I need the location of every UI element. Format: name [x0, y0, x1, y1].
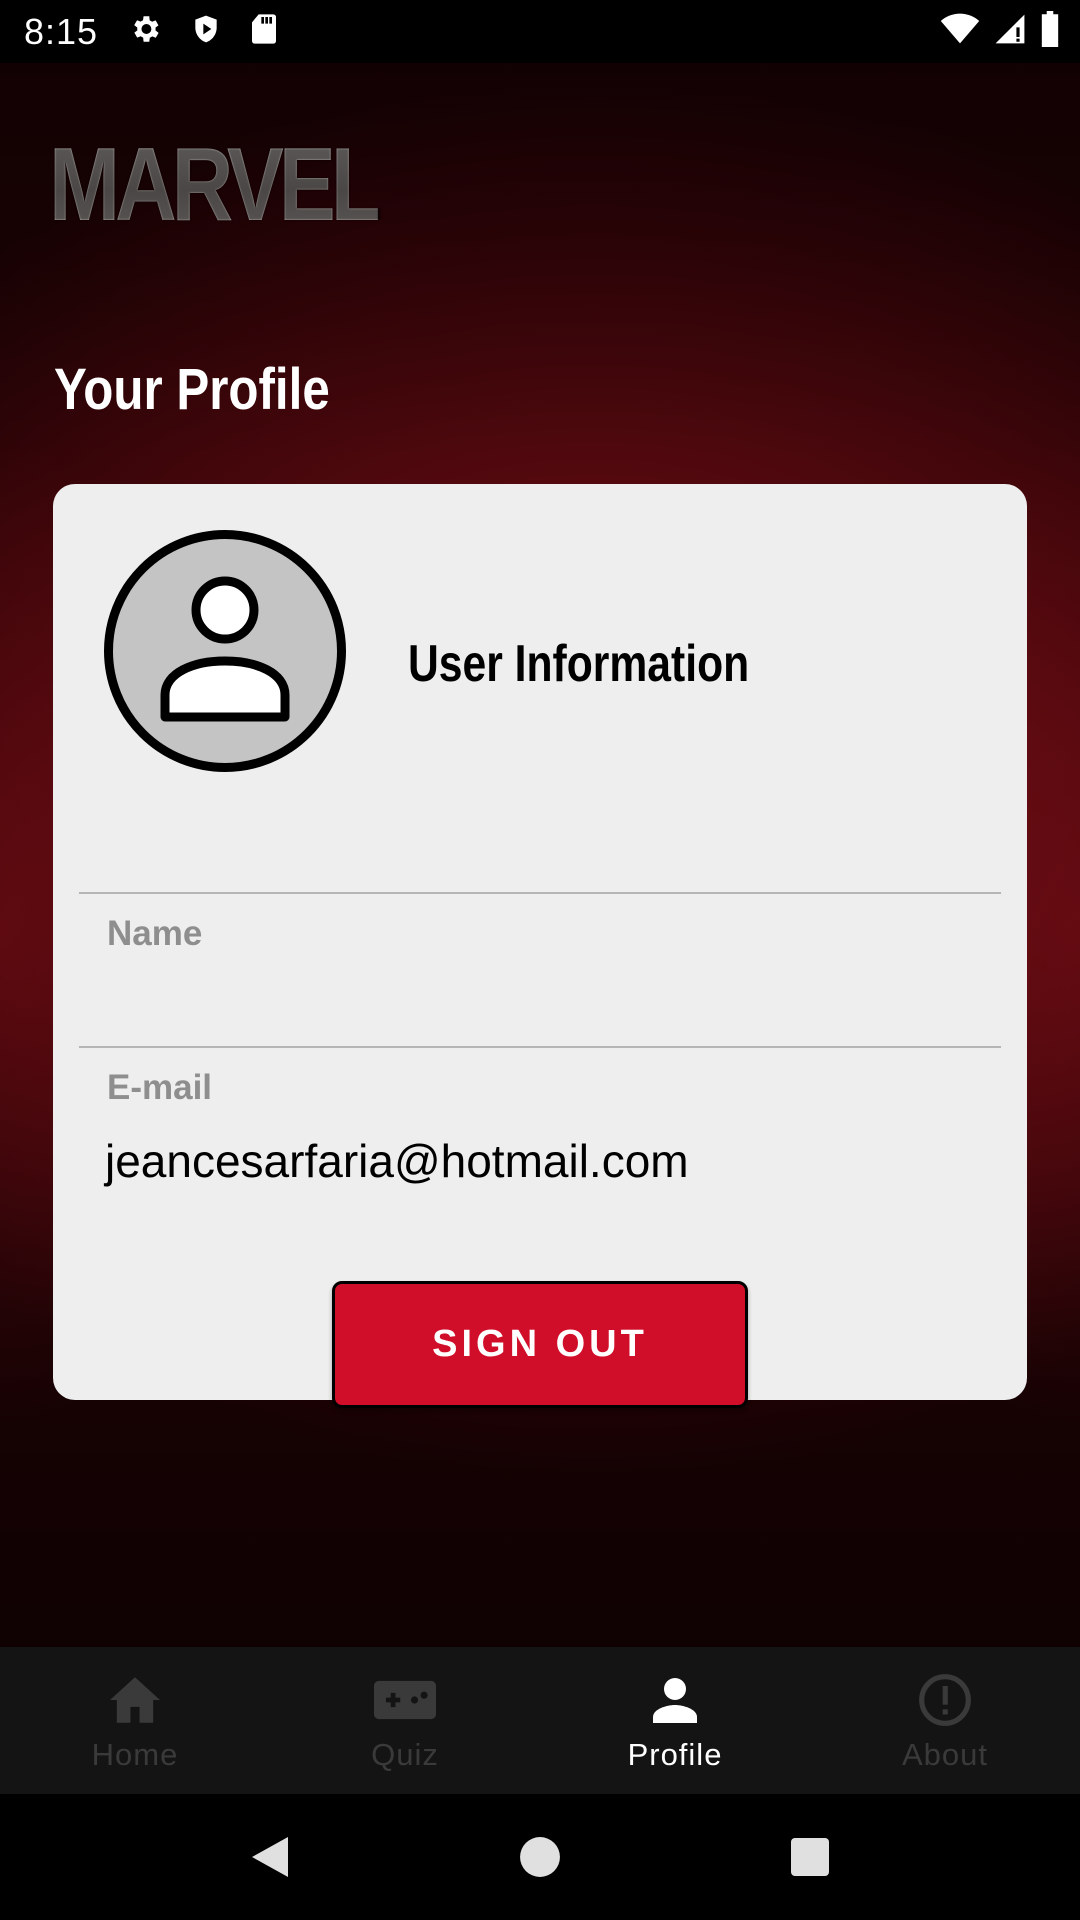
nav-label-quiz: Quiz [371, 1736, 439, 1772]
bottom-nav: Home Quiz Profile About [0, 1647, 1080, 1794]
system-nav [0, 1794, 1080, 1920]
account-icon [104, 530, 346, 772]
gamepad-icon [374, 1669, 436, 1731]
status-time: 8:15 [24, 10, 99, 52]
nav-item-about[interactable]: About [810, 1647, 1080, 1794]
home-circle-icon[interactable] [405, 1836, 675, 1878]
recents-icon[interactable] [675, 1837, 945, 1877]
email-value: jeancesarfaria@hotmail.com [105, 1135, 689, 1187]
nav-label-about: About [901, 1736, 988, 1772]
shield-play-icon [190, 12, 222, 51]
signal-icon [994, 13, 1026, 50]
status-icons-left [128, 12, 278, 51]
nav-item-profile[interactable]: Profile [540, 1647, 810, 1794]
back-icon[interactable] [135, 1833, 405, 1881]
name-label: Name [107, 914, 203, 953]
battery-icon [1040, 11, 1060, 52]
nav-label-home: Home [91, 1736, 179, 1772]
divider [79, 1046, 1001, 1048]
divider [79, 892, 1001, 894]
card-heading: User Information [408, 635, 750, 693]
info-alert-icon [917, 1669, 973, 1731]
email-label: E-mail [107, 1068, 213, 1107]
nav-item-home[interactable]: Home [0, 1647, 270, 1794]
sign-out-button[interactable]: SIGN OUT [332, 1281, 748, 1408]
status-bar: 8:15 [0, 0, 1080, 63]
status-icons-right [940, 0, 1060, 63]
nav-label-profile: Profile [627, 1736, 723, 1772]
sd-card-icon [250, 13, 278, 50]
person-icon [651, 1669, 699, 1731]
main-content: MARVEL Your Profile User Information Nam… [0, 63, 1080, 1647]
gear-icon [128, 12, 162, 51]
page-title: Your Profile [54, 357, 330, 422]
wifi-icon [940, 13, 980, 50]
nav-item-quiz[interactable]: Quiz [270, 1647, 540, 1794]
profile-card: User Information Name E-mail jeancesarfa… [53, 484, 1027, 1408]
marvel-logo: MARVEL [49, 127, 383, 243]
home-icon [107, 1669, 163, 1731]
